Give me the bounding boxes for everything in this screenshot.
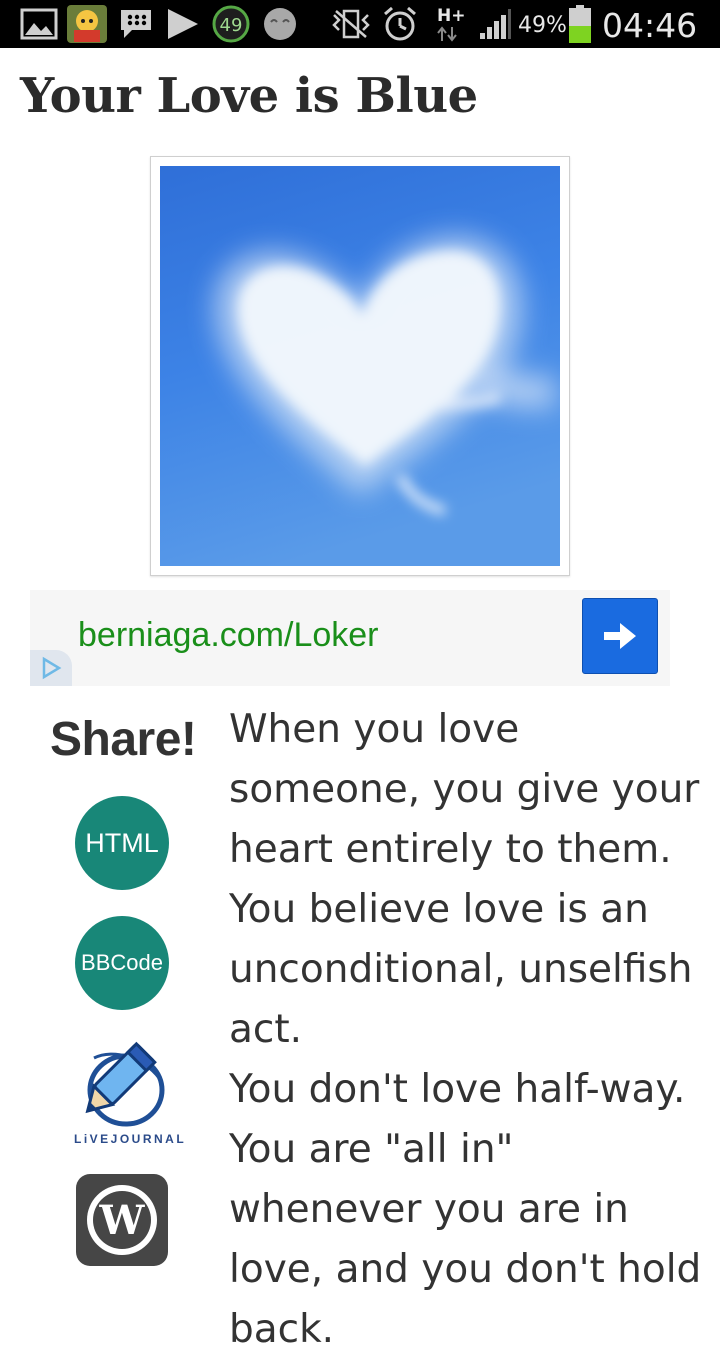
body-paragraph-2: You don't love half-way. You are "all in… [229, 1067, 702, 1352]
heart-cloud-image[interactable] [150, 156, 570, 576]
ad-link[interactable]: berniaga.com/Loker [78, 616, 379, 655]
network-type: H+ [437, 6, 466, 26]
play-store-icon [164, 6, 200, 42]
ad-banner[interactable]: berniaga.com/Loker [30, 590, 670, 686]
share-bbcode-button[interactable]: BBCode [75, 916, 169, 1010]
share-html-button[interactable]: HTML [75, 796, 169, 890]
battery-icon [568, 5, 592, 43]
share-heading: Share! [50, 713, 197, 766]
app-avatar-icon [66, 5, 108, 43]
livejournal-label: LiVEJOURNAL [74, 1132, 187, 1146]
share-livejournal-button[interactable]: LiVEJOURNAL [74, 1038, 187, 1150]
wordpress-icon: W [87, 1185, 157, 1255]
gallery-icon [20, 6, 58, 42]
clock: 04:46 [602, 6, 698, 45]
page-title: Your Love is Blue [20, 68, 478, 124]
emoji-icon [261, 6, 299, 42]
arrow-right-icon [604, 623, 636, 649]
adchoices-icon[interactable] [30, 650, 72, 686]
share-html-label: HTML [85, 827, 159, 858]
ad-arrow-button[interactable] [582, 598, 658, 674]
bbm-icon [118, 6, 154, 42]
alarm-icon [381, 6, 419, 42]
notification-count: 49 [220, 15, 243, 36]
livejournal-pencil-icon [85, 1041, 165, 1127]
share-wordpress-button[interactable]: W [76, 1174, 168, 1266]
signal-icon [478, 6, 512, 42]
status-bar: 49 H+ 49% 04:46 [0, 0, 720, 48]
article-body: When you love someone, you give your hea… [229, 700, 709, 1360]
share-bbcode-label: BBCode [81, 950, 163, 975]
counter-badge-icon: 49 [211, 5, 251, 43]
body-paragraph-1: When you love someone, you give your hea… [229, 707, 700, 1052]
battery-percent: 49% [518, 13, 567, 38]
svg-text:W: W [99, 1197, 146, 1244]
vibrate-icon [330, 6, 372, 42]
data-transfer-icon [436, 24, 460, 44]
